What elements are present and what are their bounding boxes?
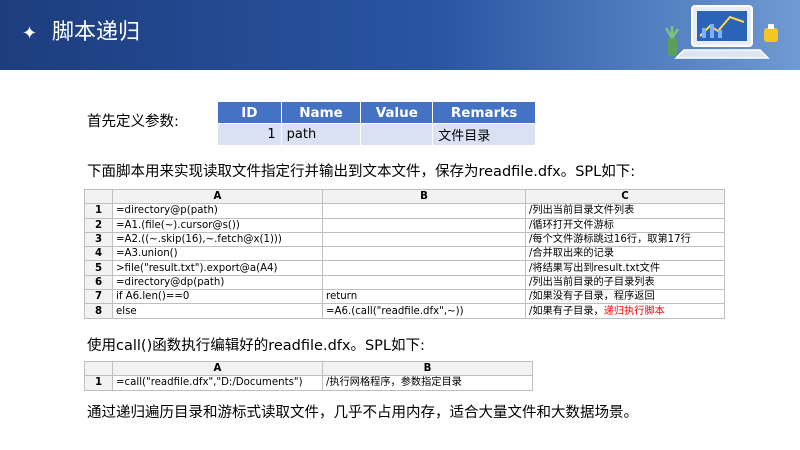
cell-c: /如果没有子目录，程序返回	[525, 289, 725, 305]
cell-a: if A6.len()==0	[112, 289, 323, 305]
conclusion-text: 通过递归遍历目录和游标式读取文件，几乎不占用内存，适合大量文件和大数据场景。	[87, 405, 638, 421]
comment-text: /如果没有子目录，程序返回	[529, 291, 655, 303]
comment-text: /如果有子目录，	[529, 305, 604, 317]
row-number: 3	[84, 231, 113, 248]
cell-c: /循环打开文件游标	[525, 217, 725, 233]
comment-text: /列出当前目录文件列表	[529, 205, 635, 217]
cell-c: /列出当前目录的子目录列表	[525, 274, 725, 291]
table-row: 8 else =A6.(call("readfile.dfx",~))/如果有子目录…	[84, 303, 725, 319]
cell-c: /每个文件游标跳过16行，取第17行	[525, 231, 725, 248]
grid-corner	[84, 188, 113, 205]
cell-b	[322, 203, 526, 219]
comment-text: /将结果写出到result.txt文件	[529, 262, 661, 274]
param-cell-remarks: 文件目录	[432, 123, 536, 146]
comment-text: /列出当前目录的子目录列表	[529, 276, 655, 288]
spl-script-grid: A B C 1 =directory@p(path)/列出当前目录文件列表 2 =A1…	[84, 188, 725, 319]
slide-title: 脚本递归	[52, 20, 141, 45]
cell-b	[322, 231, 526, 248]
grid-col-header-a: A	[112, 188, 323, 205]
row-number: 1	[84, 203, 113, 219]
param-cell-name: path	[280, 123, 362, 146]
grid-col-header-a: A	[112, 360, 323, 377]
cell-b: =A6.(call("readfile.dfx",~))	[322, 303, 526, 319]
cell-a: =directory@p(path)	[112, 203, 323, 219]
cell-b	[322, 260, 526, 276]
row-number: 7	[84, 289, 113, 305]
star-icon: ✦	[22, 23, 38, 44]
table-row: 6 =directory@dp(path) /列出当前目录的子目录列表	[84, 274, 725, 291]
cell-a: >file("result.txt").export@a(A4)	[112, 260, 323, 276]
table-row: 5 >file("result.txt").export@a(A4) /将结果写出到…	[84, 260, 725, 276]
cell-a: =directory@dp(path)	[112, 274, 323, 291]
cell-c: /列出当前目录文件列表	[525, 203, 725, 219]
comment-text: /每个文件游标跳过16行，取第17行	[529, 234, 691, 246]
cell-c: /如果有子目录，递归执行脚本	[525, 303, 725, 319]
comment-text: /合并取出来的记录	[529, 248, 614, 260]
table-row: 2 =A1.(file(~).cursor@s()) /循环打开文件游标	[84, 217, 725, 233]
spl-call-grid: A B 1 =call("readfile.dfx","D:/Documents"…	[84, 360, 533, 391]
param-header-remarks: Remarks	[432, 101, 536, 124]
row-number: 8	[84, 303, 113, 319]
cell-b: /执行网格程序，参数指定目录	[322, 375, 533, 391]
cell-a: else	[112, 303, 323, 319]
table-row: 1 =directory@p(path) /列出当前目录文件列表	[84, 203, 725, 219]
row-number: 6	[84, 274, 113, 291]
parameter-table: ID Name Value Remarks 1 path 文件目录	[217, 101, 536, 146]
table-row: 4 =A3.union() /合并取出来的记录	[84, 246, 725, 262]
cell-a: =A3.union()	[112, 246, 323, 262]
cell-c: /将结果写出到result.txt文件	[525, 260, 725, 276]
call-description: 使用call()函数执行编辑好的readfile.dfx。SPL如下:	[87, 338, 425, 354]
cell-b	[322, 217, 526, 233]
comment-text: /循环打开文件游标	[529, 219, 614, 231]
comment-highlight: 递归执行脚本	[603, 305, 665, 317]
row-number: 5	[84, 260, 113, 276]
param-header-id: ID	[217, 101, 282, 124]
row-number: 1	[84, 375, 113, 391]
table-row: 3 =A2.((~.skip(16),~.fetch@x(1))) /每个文件游标跳…	[84, 231, 725, 248]
cell-b	[322, 246, 526, 262]
grid-col-header-b: B	[322, 360, 533, 377]
table-row: 1 =call("readfile.dfx","D:/Documents")/执行…	[84, 375, 533, 391]
cell-a: =call("readfile.dfx","D:/Documents")	[112, 375, 323, 391]
grid-corner	[84, 360, 113, 377]
grid-col-header-b: B	[322, 188, 526, 205]
cell-b: return	[322, 289, 526, 305]
param-cell-id: 1	[217, 123, 282, 146]
param-intro-label: 首先定义参数:	[87, 114, 179, 130]
param-cell-value	[360, 123, 434, 146]
slide-header: ✦ 脚本递归	[0, 0, 800, 70]
param-header-value: Value	[360, 101, 434, 124]
table-row: 7 if A6.len()==0 return/如果没有子目录，程序返回	[84, 289, 725, 305]
row-number: 4	[84, 246, 113, 262]
cell-c: /合并取出来的记录	[525, 246, 725, 262]
row-number: 2	[84, 217, 113, 233]
param-header-name: Name	[280, 101, 362, 124]
script-description: 下面脚本用来实现读取文件指定行并输出到文本文件，保存为readfile.dfx。…	[87, 164, 636, 180]
param-row: 1 path 文件目录	[217, 123, 536, 146]
cell-b	[322, 274, 526, 291]
cell-a: =A2.((~.skip(16),~.fetch@x(1)))	[112, 231, 323, 248]
cell-a: =A1.(file(~).cursor@s())	[112, 217, 323, 233]
grid-col-header-c: C	[525, 188, 725, 205]
laptop-illustration-icon	[664, 5, 778, 59]
